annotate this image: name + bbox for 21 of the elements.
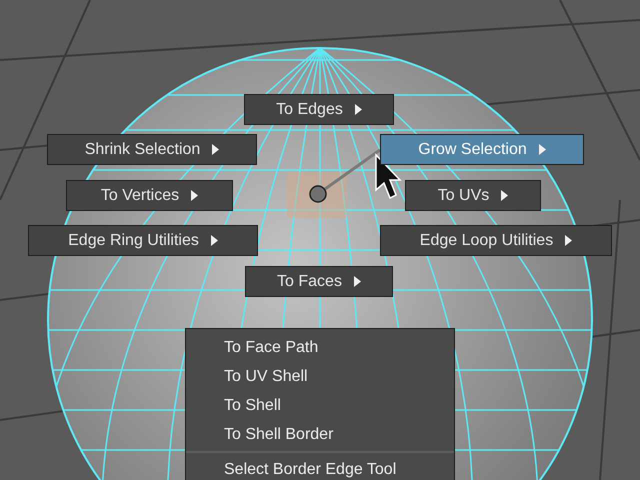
marking-menu-item[interactable]: To Edges [244, 94, 394, 125]
submenu-arrow-icon [210, 235, 218, 246]
marking-menu-item[interactable]: Edge Ring Utilities [28, 225, 258, 256]
menu-item[interactable]: To UV Shell [186, 362, 454, 391]
submenu-arrow-icon [538, 144, 546, 155]
marking-menu-item[interactable]: Edge Loop Utilities [380, 225, 612, 256]
submenu-arrow-icon [354, 104, 362, 115]
submenu-arrow-icon [354, 276, 361, 287]
marking-menu-item[interactable]: Grow Selection [380, 134, 584, 165]
marking-menu-item[interactable]: To Faces [245, 266, 393, 297]
submenu-arrow-icon [501, 190, 508, 201]
submenu-arrow-icon [191, 190, 198, 201]
submenu-arrow-icon [212, 144, 220, 155]
menu-item[interactable]: To Shell [186, 391, 454, 420]
marking-menu-item[interactable]: Shrink Selection [47, 134, 257, 165]
marking-menu-item[interactable]: To UVs [405, 180, 541, 211]
marking-menu-item[interactable]: To Vertices [66, 180, 233, 211]
menu-item[interactable]: To Shell Border [186, 420, 454, 449]
menu-item[interactable]: Select Border Edge Tool [186, 455, 454, 480]
submenu-arrow-icon [565, 235, 572, 246]
menu-item[interactable]: To Face Path [186, 333, 454, 362]
